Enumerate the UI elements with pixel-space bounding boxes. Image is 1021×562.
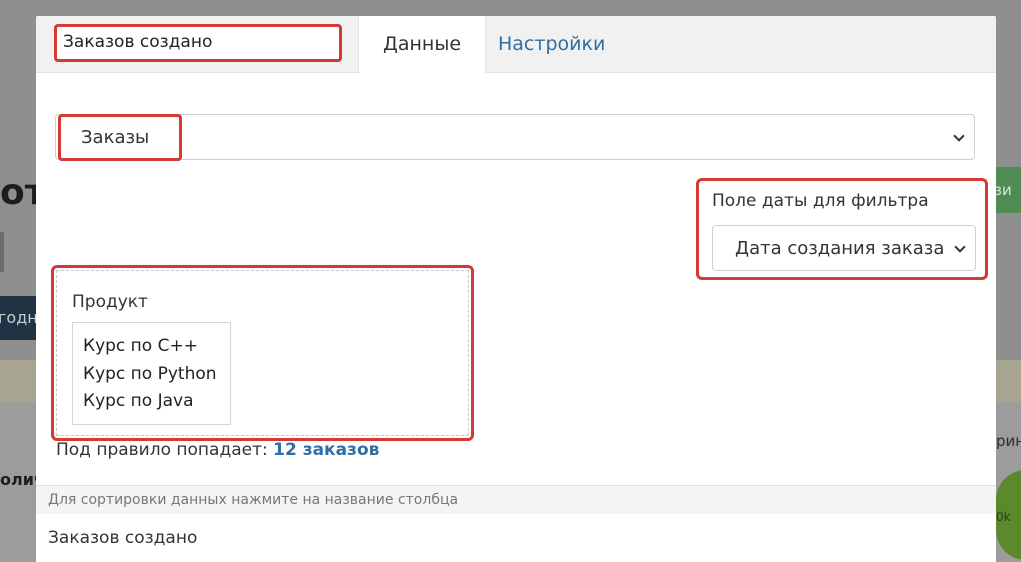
widget-settings-modal: Заказов создано Данные Настройки Заказы …: [36, 16, 996, 562]
rule-count-text: Под правило попадает: 12 заказов: [56, 440, 379, 460]
sort-hint: Для сортировки данных нажмите на названи…: [36, 485, 996, 514]
date-filter-label: Поле даты для фильтра: [712, 191, 929, 211]
data-source-value: Заказы: [58, 114, 182, 161]
date-filter-group: Поле даты для фильтра Дата создания зака…: [696, 178, 988, 280]
rule-count-link[interactable]: 12 заказов: [273, 440, 379, 460]
date-filter-select[interactable]: Дата создания заказа: [712, 225, 976, 271]
product-filter-group: Продукт Курс по C++ Курс по Python Курс …: [51, 265, 474, 441]
table-title: Заказов создано: [48, 528, 198, 548]
background-nav-text: годн: [0, 308, 38, 327]
chevron-down-icon: [953, 130, 965, 142]
product-option[interactable]: Курс по Python: [83, 361, 230, 389]
tab-data[interactable]: Данные: [358, 16, 487, 74]
background-bar: [0, 232, 4, 272]
widget-title-input[interactable]: Заказов создано: [54, 24, 342, 62]
product-filter-dropzone: Продукт Курс по C++ Курс по Python Курс …: [56, 270, 469, 436]
rule-count-prefix: Под правило попадает:: [56, 440, 268, 460]
product-option[interactable]: Курс по C++: [83, 333, 230, 361]
data-source-select[interactable]: Заказы: [55, 114, 975, 161]
product-option[interactable]: Курс по Java: [83, 388, 230, 416]
date-filter-value: Дата создания заказа: [735, 238, 945, 259]
chevron-down-icon: [954, 241, 966, 253]
product-filter-label: Продукт: [72, 292, 148, 312]
product-listbox[interactable]: Курс по C++ Курс по Python Курс по Java: [72, 322, 231, 425]
background-right-small: 0k: [996, 510, 1011, 524]
background-right-text: рин: [996, 432, 1021, 450]
modal-header: Заказов создано Данные Настройки: [36, 16, 996, 74]
tab-settings[interactable]: Настройки: [474, 16, 629, 73]
